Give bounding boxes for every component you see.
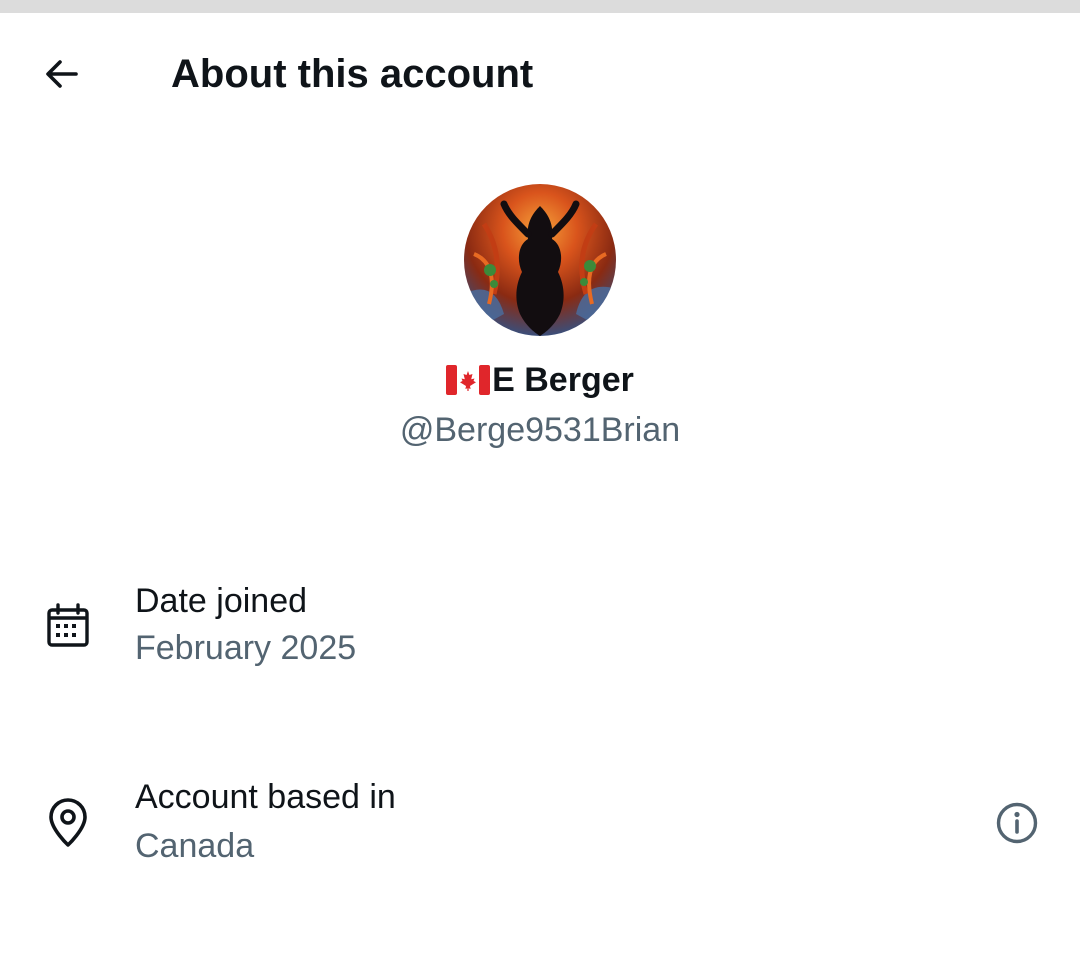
display-name-text: E Berger (492, 361, 634, 399)
date-joined-value: February 2025 (135, 629, 357, 667)
location-pin-icon (40, 795, 96, 851)
info-icon (996, 802, 1038, 844)
status-bar (0, 0, 1080, 13)
canada-flag-icon (446, 362, 491, 406)
arrow-left-icon (46, 60, 78, 88)
date-joined-row: Date joined February 2025 (0, 572, 1080, 682)
info-button[interactable] (988, 794, 1046, 852)
profile-avatar[interactable] (464, 184, 616, 336)
page-title: About this account (171, 52, 534, 96)
display-name: E Berger (0, 358, 1080, 406)
account-based-value: Canada (135, 827, 255, 865)
about-account-screen: About this account E Berger @Berge9531Br… (0, 0, 1080, 976)
avatar-image (464, 184, 616, 336)
username-handle: @Berge9531Brian (399, 411, 681, 449)
account-location-row: Account based in Canada (0, 769, 1080, 879)
account-based-label: Account based in (135, 778, 396, 816)
back-button[interactable] (30, 44, 94, 104)
calendar-icon (40, 598, 96, 654)
date-joined-label: Date joined (135, 582, 308, 620)
